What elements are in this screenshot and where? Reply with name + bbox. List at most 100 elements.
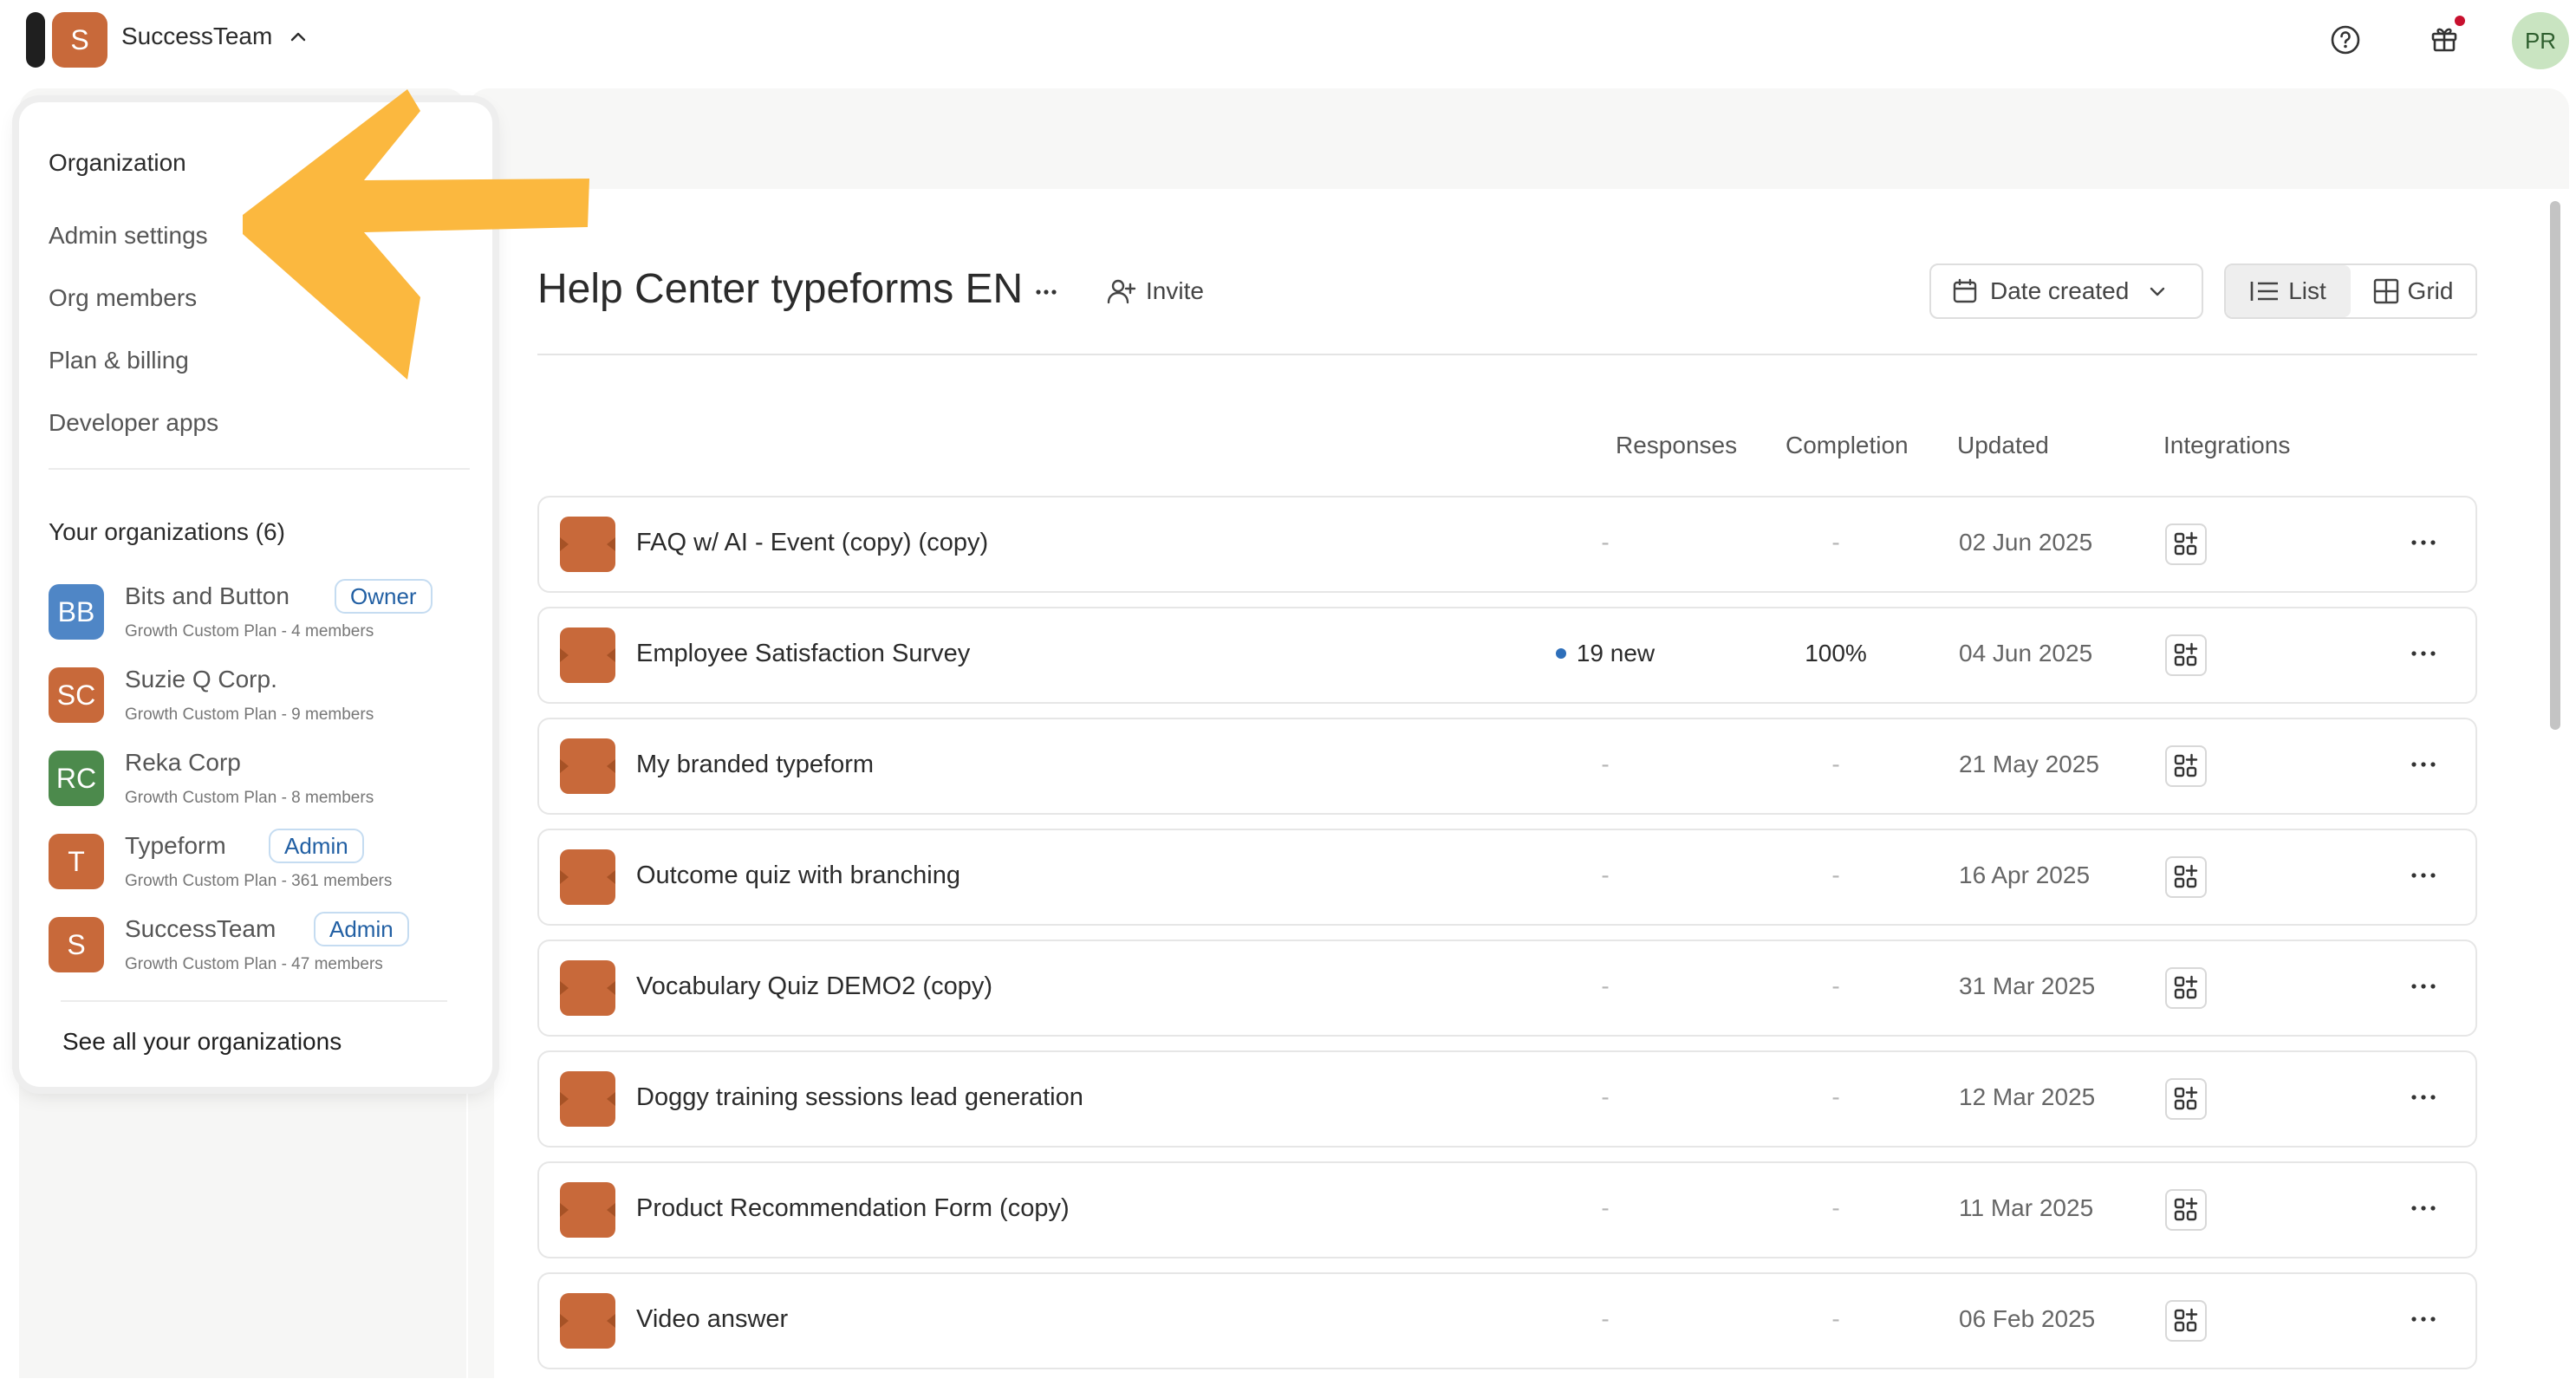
gift-icon[interactable] (2427, 21, 2462, 55)
integrations-button[interactable] (2165, 523, 2207, 565)
menu-item-org-members[interactable]: Org members (49, 284, 197, 312)
sort-dropdown[interactable]: Date created (1929, 263, 2203, 319)
column-header-completion: Completion (1786, 432, 1909, 458)
org-item-bits-and-button[interactable]: BB Bits and Button Owner Growth Custom P… (49, 579, 473, 653)
form-updated: 21 May 2025 (1959, 751, 2099, 777)
org-item-successteam[interactable]: S SuccessTeam Admin Growth Custom Plan -… (49, 912, 473, 986)
org-plan: Growth Custom Plan - 47 members (125, 955, 383, 973)
add-integration-icon (2174, 753, 2198, 777)
form-responses: - (1536, 1305, 1675, 1333)
form-row[interactable]: Outcome quiz with branching - - 16 Apr 2025 (537, 829, 2477, 926)
workspace-title: Help Center typeforms EN (537, 266, 1024, 312)
grid-icon (2373, 278, 2398, 304)
responses-value: - (1601, 529, 1610, 556)
user-avatar[interactable]: PR (2512, 12, 2569, 69)
column-header-responses: Responses (1616, 432, 1738, 458)
list-view-button[interactable]: List (2226, 265, 2351, 317)
form-thumbnail-icon (560, 627, 615, 683)
column-header-integrations: Integrations (2163, 432, 2291, 458)
integrations-button[interactable] (2165, 856, 2207, 898)
new-responses-dot (1555, 647, 1566, 659)
row-more-options-icon[interactable] (2408, 1309, 2439, 1330)
grid-view-button[interactable]: Grid (2351, 265, 2475, 317)
form-responses[interactable]: 19 new (1536, 640, 1675, 667)
form-updated: 02 Jun 2025 (1959, 529, 2093, 556)
org-item-reka-corp[interactable]: RC Reka Corp Growth Custom Plan - 8 memb… (49, 749, 473, 820)
row-more-options-icon[interactable] (2408, 754, 2439, 775)
responses-value: - (1601, 1194, 1610, 1221)
role-badge: Admin (314, 912, 409, 946)
form-row[interactable]: FAQ w/ AI - Event (copy) (copy) - - 02 Jun … (537, 496, 2477, 593)
row-more-options-icon[interactable] (2408, 1087, 2439, 1108)
form-responses: - (1536, 1083, 1675, 1111)
see-all-organizations-link[interactable]: See all your organizations (62, 1028, 342, 1056)
integrations-button[interactable] (2165, 634, 2207, 676)
add-integration-icon (2174, 1197, 2198, 1221)
org-name: Bits and Button (125, 582, 289, 609)
more-options-icon[interactable] (1033, 279, 1059, 305)
org-item-typeform[interactable]: T Typeform Admin Growth Custom Plan - 36… (49, 829, 473, 903)
top-bar: S SuccessTeam PR (0, 0, 2576, 83)
form-thumbnail-icon (560, 1182, 615, 1238)
form-row[interactable]: Vocabulary Quiz DEMO2 (copy) - - 31 Mar 202… (537, 940, 2477, 1037)
form-completion: - (1831, 751, 1840, 777)
row-more-options-icon[interactable] (2408, 1198, 2439, 1219)
typeform-logo[interactable] (26, 12, 45, 68)
form-thumbnail-icon (560, 849, 615, 905)
invite-button[interactable]: Invite (1106, 274, 1204, 309)
row-more-options-icon[interactable] (2408, 865, 2439, 886)
form-updated: 12 Mar 2025 (1959, 1083, 2096, 1110)
form-row[interactable]: Video answer - - 06 Feb 2025 (537, 1272, 2477, 1369)
form-title[interactable]: FAQ w/ AI - Event (copy) (copy) (636, 529, 988, 557)
add-integration-icon (2174, 975, 2198, 999)
form-updated: 06 Feb 2025 (1959, 1305, 2096, 1332)
org-switcher-label[interactable]: SuccessTeam (121, 23, 272, 50)
integrations-button[interactable] (2165, 1300, 2207, 1342)
role-badge: Owner (335, 579, 433, 614)
form-completion: - (1831, 1083, 1840, 1110)
scrollbar[interactable] (2550, 201, 2560, 730)
org-avatar: T (49, 834, 104, 889)
menu-item-developer-apps[interactable]: Developer apps (49, 409, 218, 437)
row-more-options-icon[interactable] (2408, 532, 2439, 553)
chevron-up-icon[interactable] (289, 28, 307, 45)
help-icon[interactable] (2328, 23, 2363, 57)
integrations-button[interactable] (2165, 745, 2207, 787)
integrations-button[interactable] (2165, 1189, 2207, 1231)
form-title[interactable]: Employee Satisfaction Survey (636, 640, 970, 668)
form-thumbnail-icon (560, 1071, 615, 1127)
menu-item-admin-settings[interactable]: Admin settings (49, 222, 208, 250)
org-name: SuccessTeam (125, 915, 276, 942)
form-title[interactable]: Video answer (636, 1305, 788, 1334)
org-plan: Growth Custom Plan - 4 members (125, 622, 374, 640)
form-row[interactable]: Employee Satisfaction Survey 19 new 100% 04… (537, 607, 2477, 704)
org-avatar: S (49, 917, 104, 972)
form-title[interactable]: Outcome quiz with branching (636, 862, 960, 890)
list-label: List (2288, 277, 2326, 304)
form-title[interactable]: Product Recommendation Form (copy) (636, 1194, 1070, 1223)
row-more-options-icon[interactable] (2408, 643, 2439, 664)
org-avatar[interactable]: S (52, 12, 107, 68)
add-integration-icon (2174, 642, 2198, 666)
form-row[interactable]: Product Recommendation Form (copy) - - 11 M… (537, 1161, 2477, 1258)
org-name: Suzie Q Corp. (125, 666, 277, 692)
integrations-button[interactable] (2165, 1078, 2207, 1120)
grid-label: Grid (2407, 277, 2454, 304)
add-integration-icon (2174, 1086, 2198, 1110)
menu-item-plan-billing[interactable]: Plan & billing (49, 347, 189, 374)
row-more-options-icon[interactable] (2408, 976, 2439, 997)
add-integration-icon (2174, 864, 2198, 888)
form-row[interactable]: My branded typeform - - 21 May 2025 (537, 718, 2477, 815)
org-item-suzie-q-corp[interactable]: SC Suzie Q Corp. Growth Custom Plan - 9 … (49, 666, 473, 737)
form-title[interactable]: Vocabulary Quiz DEMO2 (copy) (636, 972, 992, 1001)
form-title[interactable]: My branded typeform (636, 751, 874, 779)
form-row[interactable]: Doggy training sessions lead generation -… (537, 1050, 2477, 1148)
form-responses: - (1536, 862, 1675, 889)
responses-value: - (1601, 1083, 1610, 1110)
menu-divider (61, 1000, 447, 1002)
form-responses: - (1536, 1194, 1675, 1222)
integrations-button[interactable] (2165, 967, 2207, 1009)
responses-value: 19 new (1576, 640, 1656, 666)
form-title[interactable]: Doggy training sessions lead generation (636, 1083, 1083, 1112)
org-plan: Growth Custom Plan - 361 members (125, 872, 393, 890)
